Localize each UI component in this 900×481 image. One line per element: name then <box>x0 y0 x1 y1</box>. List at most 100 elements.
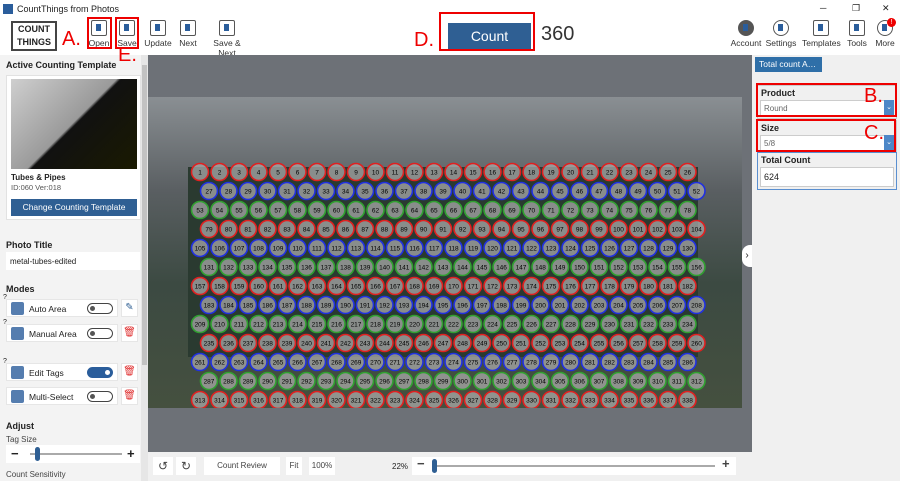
count-tag[interactable]: 37 <box>394 181 414 201</box>
count-tag[interactable]: 190 <box>336 295 355 315</box>
count-tag[interactable]: 338 <box>678 390 697 409</box>
count-tag[interactable]: 187 <box>277 295 297 315</box>
count-tag[interactable]: 110 <box>288 238 307 258</box>
count-tag[interactable]: 302 <box>492 371 511 391</box>
count-tag[interactable]: 49 <box>628 181 648 201</box>
count-tag[interactable]: 104 <box>687 219 706 239</box>
count-tag[interactable]: 220 <box>405 314 424 334</box>
count-tag[interactable]: 52 <box>687 181 706 201</box>
count-tag[interactable]: 96 <box>531 219 550 239</box>
count-tag[interactable]: 68 <box>483 200 502 220</box>
count-tag[interactable]: 92 <box>453 219 472 239</box>
count-tag[interactable]: 271 <box>385 352 405 372</box>
help-icon[interactable]: ? <box>3 294 7 301</box>
count-tag[interactable]: 75 <box>619 200 639 220</box>
count-tag[interactable]: 118 <box>444 238 463 258</box>
count-tag[interactable]: 1 <box>190 162 210 182</box>
count-tag[interactable]: 266 <box>288 352 307 372</box>
count-tag[interactable]: 128 <box>639 238 658 258</box>
count-tag[interactable]: 308 <box>609 371 628 391</box>
count-tag[interactable]: 233 <box>658 314 678 334</box>
count-tag[interactable]: 289 <box>238 371 258 391</box>
count-tag[interactable]: 200 <box>531 295 550 315</box>
count-tag[interactable]: 6 <box>288 162 307 182</box>
count-tag[interactable]: 54 <box>210 200 229 220</box>
mode-toggle[interactable] <box>87 328 113 339</box>
count-tag[interactable]: 208 <box>687 295 706 315</box>
count-tag[interactable]: 42 <box>492 181 511 201</box>
count-tag[interactable]: 191 <box>355 295 375 315</box>
count-tag[interactable]: 143 <box>433 257 453 277</box>
count-tag[interactable]: 174 <box>522 276 541 296</box>
count-tag[interactable]: 11 <box>385 162 405 182</box>
count-tag[interactable]: 236 <box>219 333 238 353</box>
count-tag[interactable]: 124 <box>561 238 580 258</box>
zoom-slider[interactable]: − + <box>412 455 736 475</box>
count-tag[interactable]: 246 <box>414 333 433 353</box>
count-tag[interactable]: 196 <box>453 295 472 315</box>
count-tag[interactable]: 80 <box>219 219 238 239</box>
count-tag[interactable]: 218 <box>366 314 385 334</box>
count-tag[interactable]: 292 <box>297 371 316 391</box>
count-tag[interactable]: 316 <box>249 390 268 409</box>
count-tag[interactable]: 328 <box>483 390 502 409</box>
count-tag[interactable]: 34 <box>336 181 355 201</box>
count-tag[interactable]: 71 <box>541 200 561 220</box>
fit-button[interactable]: Fit <box>286 457 302 475</box>
count-tag[interactable]: 152 <box>609 257 628 277</box>
count-tag[interactable]: 171 <box>463 276 483 296</box>
count-tag[interactable]: 73 <box>580 200 600 220</box>
count-tag[interactable]: 183 <box>199 295 219 315</box>
count-tag[interactable]: 237 <box>238 333 258 353</box>
zoom-in-button[interactable]: + <box>722 455 730 473</box>
count-tag[interactable]: 180 <box>639 276 658 296</box>
count-tag[interactable]: 56 <box>249 200 268 220</box>
count-tag[interactable]: 149 <box>550 257 570 277</box>
count-tag[interactable]: 239 <box>277 333 297 353</box>
count-tag[interactable]: 195 <box>433 295 453 315</box>
count-tag[interactable]: 43 <box>511 181 531 201</box>
count-tag[interactable]: 53 <box>190 200 210 220</box>
count-tag[interactable]: 261 <box>190 352 210 372</box>
count-tag[interactable]: 169 <box>424 276 444 296</box>
count-tag[interactable]: 140 <box>375 257 394 277</box>
count-tag[interactable]: 256 <box>609 333 628 353</box>
count-tag[interactable]: 58 <box>288 200 307 220</box>
count-tag[interactable]: 249 <box>472 333 492 353</box>
count-tag[interactable]: 240 <box>297 333 316 353</box>
collapse-panel-chevron-icon[interactable]: › <box>742 245 752 267</box>
count-tag[interactable]: 83 <box>277 219 297 239</box>
count-tag[interactable]: 167 <box>385 276 405 296</box>
count-tag[interactable]: 229 <box>580 314 600 334</box>
count-tag[interactable]: 133 <box>238 257 258 277</box>
count-tag[interactable]: 91 <box>433 219 453 239</box>
tag-size-decrease[interactable]: − <box>11 446 19 461</box>
count-tag[interactable]: 70 <box>522 200 541 220</box>
count-tag[interactable]: 222 <box>444 314 463 334</box>
count-tag[interactable]: 324 <box>405 390 424 409</box>
count-tag[interactable]: 62 <box>366 200 385 220</box>
total-count-input[interactable]: 624 <box>760 167 894 187</box>
count-tag[interactable]: 106 <box>210 238 229 258</box>
count-tag[interactable]: 298 <box>414 371 433 391</box>
count-tag[interactable]: 260 <box>687 333 706 353</box>
count-tag[interactable]: 312 <box>687 371 706 391</box>
count-tag[interactable]: 268 <box>327 352 346 372</box>
count-tag[interactable]: 45 <box>550 181 570 201</box>
count-tag[interactable]: 29 <box>238 181 258 201</box>
count-tag[interactable]: 304 <box>531 371 550 391</box>
count-tag[interactable]: 315 <box>229 390 249 409</box>
count-tag[interactable]: 288 <box>219 371 238 391</box>
count-tag[interactable]: 19 <box>541 162 561 182</box>
count-tag[interactable]: 61 <box>346 200 366 220</box>
count-tag[interactable]: 161 <box>268 276 288 296</box>
zoom-out-button[interactable]: − <box>417 455 425 473</box>
trash-icon[interactable]: 🗑 <box>121 324 138 342</box>
count-tag[interactable]: 5 <box>268 162 288 182</box>
count-tag[interactable]: 232 <box>639 314 658 334</box>
count-tag[interactable]: 323 <box>385 390 405 409</box>
count-tag[interactable]: 284 <box>639 352 658 372</box>
count-tag[interactable]: 144 <box>453 257 472 277</box>
update-button[interactable]: Update <box>144 20 172 48</box>
count-tag[interactable]: 64 <box>405 200 424 220</box>
